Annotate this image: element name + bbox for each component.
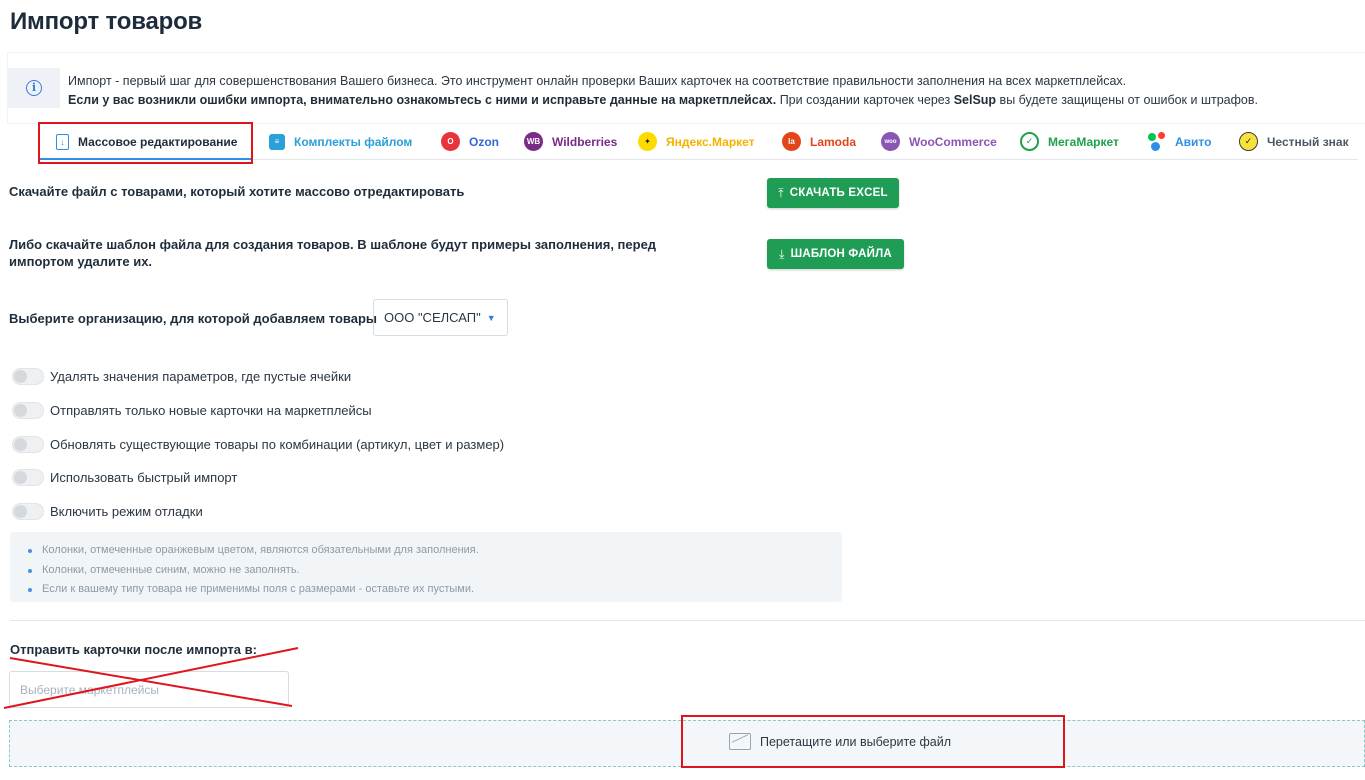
toggle-only-new[interactable] <box>12 402 44 419</box>
tab-megamarket[interactable]: ✓ МегаМаркет <box>1008 123 1135 160</box>
toggle-debug-mode[interactable] <box>12 503 44 520</box>
info-banner: i Импорт - первый шаг для совершенствова… <box>8 53 1365 123</box>
toggle-row: Использовать быстрый импорт <box>12 469 237 486</box>
organization-value: ООО "СЕЛСАП" <box>384 310 481 325</box>
note-item: Если к вашему типу товара не применимы п… <box>28 580 842 600</box>
highlight-annotation-dropzone <box>681 715 1065 768</box>
toggle-row: Включить режим отладки <box>12 503 203 520</box>
woocommerce-icon: woo <box>881 132 900 151</box>
toggle-label: Использовать быстрый импорт <box>50 470 238 485</box>
selsup-brand: SelSup <box>953 93 997 107</box>
toggle-label: Удалять значения параметров, где пустые … <box>50 369 352 384</box>
tab-label: Честный знак <box>1267 134 1349 149</box>
template-file-button[interactable]: ⤓ ШАБЛОН ФАЙЛА <box>767 239 904 269</box>
note-item: Колонки, отмеченные синим, можно не запо… <box>28 561 842 581</box>
megamarket-icon: ✓ <box>1020 132 1039 151</box>
tab-label: Lamoda <box>810 134 857 149</box>
tab-avito[interactable]: Авито <box>1135 123 1227 160</box>
chestny-znak-icon: ✓ <box>1239 132 1258 151</box>
toggle-update-existing[interactable] <box>12 436 44 453</box>
info-text-line1: Импорт - первый шаг для совершенствовани… <box>68 74 1127 88</box>
info-icon: i <box>26 80 42 96</box>
info-text-post: вы будете защищены от ошибок и штрафов. <box>999 93 1258 107</box>
template-label: Либо скачайте шаблон файла для создания … <box>9 236 656 270</box>
toggle-label: Отправлять только новые карточки на марк… <box>50 403 372 418</box>
info-warning-bold: Если у вас возникли ошибки импорта, вним… <box>68 93 777 107</box>
wildberries-icon: WB <box>524 132 543 151</box>
download-icon: ⤓ <box>779 246 785 261</box>
toggle-fast-import[interactable] <box>12 469 44 486</box>
lamoda-icon: la <box>782 132 801 151</box>
avito-icon <box>1147 132 1166 151</box>
tab-label: Ozon <box>469 134 499 149</box>
organization-select[interactable]: ООО "СЕЛСАП" ▼ <box>373 299 508 336</box>
template-label-line1: Либо скачайте шаблон файла для создания … <box>9 237 657 252</box>
ozon-icon: O <box>441 132 460 151</box>
stack-icon: ≡ <box>269 133 285 150</box>
tab-label: Wildberries <box>552 134 618 149</box>
tab-yandex-market[interactable]: ✦ Яндекс.Маркет <box>626 123 768 160</box>
section-divider <box>10 620 1365 621</box>
info-text-pre: При создании карточек через <box>779 93 951 107</box>
chevron-down-icon: ▼ <box>486 312 496 323</box>
marketplaces-placeholder: Выберите маркетплейсы <box>20 682 160 697</box>
note-item: Колонки, отмеченные оранжевым цветом, яв… <box>28 541 842 561</box>
toggle-row: Удалять значения параметров, где пустые … <box>12 368 351 385</box>
page-title: Импорт товаров <box>10 8 203 35</box>
tab-label: WooCommerce <box>909 134 997 149</box>
toggle-row: Обновлять существующие товары по комбина… <box>12 436 504 453</box>
toggle-row: Отправлять только новые карточки на марк… <box>12 402 372 419</box>
toggle-label: Включить режим отладки <box>50 504 203 519</box>
tab-lamoda[interactable]: la Lamoda <box>768 123 869 160</box>
upload-icon: ⤒ <box>778 185 784 200</box>
download-excel-label: СКАЧАТЬ EXCEL <box>789 187 888 199</box>
marketplaces-select[interactable]: Выберите маркетплейсы <box>9 671 289 708</box>
tab-bundles-file[interactable]: ≡ Комплекты файлом <box>251 123 421 160</box>
highlight-annotation-tab <box>38 122 253 164</box>
toggle-delete-empty[interactable] <box>12 368 44 385</box>
tab-woocommerce[interactable]: woo WooCommerce <box>869 123 1008 160</box>
tab-chestny-znak[interactable]: ✓ Честный знак <box>1227 123 1358 160</box>
download-file-label: Скачайте файл с товарами, который хотите… <box>9 184 465 199</box>
tab-ozon[interactable]: O Ozon <box>421 123 508 160</box>
template-file-label: ШАБЛОН ФАЙЛА <box>790 248 892 260</box>
tab-label: Комплекты файлом <box>294 134 413 149</box>
tab-label: Авито <box>1175 134 1212 149</box>
tab-label: МегаМаркет <box>1048 134 1119 149</box>
info-icon-wrap: i <box>8 68 60 108</box>
send-after-import-label: Отправить карточки после импорта в: <box>10 642 257 657</box>
tab-wildberries[interactable]: WB Wildberries <box>508 123 626 160</box>
column-notes: Колонки, отмеченные оранжевым цветом, яв… <box>10 532 842 602</box>
toggle-label: Обновлять существующие товары по комбина… <box>50 437 505 452</box>
organization-label: Выберите организацию, для которой добавл… <box>9 311 378 326</box>
download-excel-button[interactable]: ⤒ СКАЧАТЬ EXCEL <box>767 178 899 208</box>
tab-label: Яндекс.Маркет <box>666 134 755 149</box>
info-text-line2: Если у вас возникли ошибки импорта, вним… <box>68 93 1258 107</box>
yandex-market-icon: ✦ <box>638 132 657 151</box>
template-label-line2: импортом удалите их. <box>9 254 153 269</box>
